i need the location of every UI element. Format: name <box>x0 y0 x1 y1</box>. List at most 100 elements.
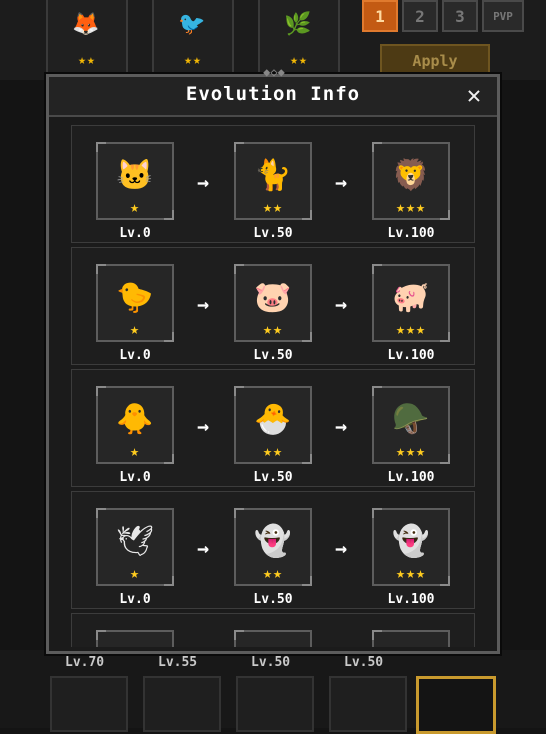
arrow-right-icon: → <box>335 536 348 560</box>
pet-level-label: Lv.50 <box>344 655 384 670</box>
evolution-stage <box>96 630 174 647</box>
star-rating: ★★ <box>262 320 284 338</box>
ghost-icon: 👻 <box>392 524 430 559</box>
stage-level-label: Lv.0 <box>119 592 151 607</box>
star-rating: ★★ <box>262 442 284 460</box>
evolution-row: →→ <box>71 613 475 647</box>
pet-frame <box>96 630 174 647</box>
arrow-right-icon: → <box>335 414 348 438</box>
stage-level-label: Lv.100 <box>387 592 435 607</box>
star-rating: ★★ <box>184 53 202 68</box>
team-slot[interactable]: 🦊 ★★ <box>46 0 128 74</box>
star-rating: ★★★ <box>395 198 427 216</box>
pet-frame <box>372 630 450 647</box>
evolution-row: 🐱 ★ Lv.0 🐈 ★★ Lv.50 🦁 ★★★ Lv.100 → → <box>71 125 475 243</box>
leaf-pet-icon: 🌿 <box>284 12 312 37</box>
evolution-stage: 🐣 ★★ Lv.50 <box>234 386 312 485</box>
evolution-stage: 👻 ★★ Lv.50 <box>234 508 312 607</box>
close-icon[interactable]: ✕ <box>461 82 487 108</box>
tab-pvp[interactable]: PVP <box>482 0 524 32</box>
star-rating: ★★ <box>78 53 96 68</box>
pet-level-label: Lv.50 <box>251 655 291 670</box>
pet-frame <box>234 630 312 647</box>
pet-slot[interactable] <box>50 676 128 732</box>
evolution-stage: 🐖 ★★★ Lv.100 <box>372 264 450 363</box>
stage-level-label: Lv.50 <box>253 226 293 241</box>
star-rating: ★ <box>129 320 141 338</box>
tab-2[interactable]: 2 <box>402 0 438 32</box>
bird-pet-icon: 🐦 <box>178 12 206 37</box>
tab-1[interactable]: 1 <box>362 0 398 32</box>
dialog-header: Evolution Info ✕ <box>49 77 497 117</box>
pet-frame: 🐥 ★ <box>96 386 174 464</box>
evolution-stage: 🐤 ★ Lv.0 <box>96 264 174 363</box>
evolution-stage: 🦁 ★★★ Lv.100 <box>372 142 450 241</box>
stage-level-label: Lv.100 <box>387 226 435 241</box>
evolution-info-dialog: ◆◇◆ Evolution Info ✕ 🐱 ★ Lv.0 🐈 ★★ Lv.50 🦁 ★★★ L… <box>46 65 500 654</box>
knight-chick-icon: 🪖 <box>392 402 430 437</box>
evolution-stage: 👻 ★★★ Lv.100 <box>372 508 450 607</box>
team-tabs: 1 2 3 PVP <box>362 0 524 32</box>
pet-frame: 🐣 ★★ <box>234 386 312 464</box>
pet-frame: 🐈 ★★ <box>234 142 312 220</box>
helmet-chick-icon: 🐣 <box>254 402 292 437</box>
pet-frame: 🐤 ★ <box>96 264 174 342</box>
pet-frame: 👻 ★★★ <box>372 508 450 586</box>
stage-level-label: Lv.50 <box>253 470 293 485</box>
selected-pet-slot[interactable] <box>416 676 496 734</box>
arrow-right-icon: → <box>335 292 348 316</box>
stage-level-label: Lv.0 <box>119 348 151 363</box>
arrow-right-icon: → <box>197 414 210 438</box>
pet-frame: 🪖 ★★★ <box>372 386 450 464</box>
evolution-stage: 🐈 ★★ Lv.50 <box>234 142 312 241</box>
pink-cat-icon: 🐈 <box>254 158 292 193</box>
star-rating: ★★ <box>262 564 284 582</box>
apply-button[interactable]: Apply <box>380 44 490 78</box>
pet-frame: 👻 ★★ <box>234 508 312 586</box>
ghost-icon: 🕊 <box>115 524 155 559</box>
stage-level-label: Lv.100 <box>387 470 435 485</box>
pet-slot[interactable] <box>143 676 221 732</box>
winged-pig-icon: 🐖 <box>392 280 430 315</box>
yellow-pig-icon: 🐤 <box>116 280 154 315</box>
pet-frame: 🕊 ★ <box>96 508 174 586</box>
star-rating: ★ <box>129 564 141 582</box>
tab-3[interactable]: 3 <box>442 0 478 32</box>
evolution-stage: 🕊 ★ Lv.0 <box>96 508 174 607</box>
yellow-pig-icon: 🐷 <box>254 280 292 315</box>
pet-slot[interactable] <box>236 676 314 732</box>
arrow-right-icon: → <box>197 292 210 316</box>
evolution-stage: 🪖 ★★★ Lv.100 <box>372 386 450 485</box>
pet-level-label: Lv.70 <box>65 655 105 670</box>
evolution-stage <box>372 630 450 647</box>
evolution-stage: 🐷 ★★ Lv.50 <box>234 264 312 363</box>
pet-frame: 🐱 ★ <box>96 142 174 220</box>
ghost-icon: 👻 <box>254 524 292 559</box>
pet-frame: 🦁 ★★★ <box>372 142 450 220</box>
evolution-stage: 🐱 ★ Lv.0 <box>96 142 174 241</box>
evolution-row: 🕊 ★ Lv.0 👻 ★★ Lv.50 👻 ★★★ Lv.100 → → <box>71 491 475 609</box>
star-rating: ★ <box>129 442 141 460</box>
team-slot[interactable]: 🌿 ★★ <box>258 0 340 74</box>
stage-level-label: Lv.0 <box>119 226 151 241</box>
evolution-stage <box>234 630 312 647</box>
stage-level-label: Lv.100 <box>387 348 435 363</box>
team-slot[interactable]: 🐦 ★★ <box>152 0 234 74</box>
dialog-title: Evolution Info <box>185 83 361 105</box>
star-rating: ★★ <box>262 198 284 216</box>
stage-level-label: Lv.50 <box>253 592 293 607</box>
stage-level-label: Lv.50 <box>253 348 293 363</box>
evolution-row: 🐥 ★ Lv.0 🐣 ★★ Lv.50 🪖 ★★★ Lv.100 → → <box>71 369 475 487</box>
pet-level-label: Lv.55 <box>158 655 198 670</box>
chick-icon: 🐥 <box>116 402 154 437</box>
fox-pet-icon: 🦊 <box>72 12 100 37</box>
arrow-right-icon: → <box>335 170 348 194</box>
winged-cat-icon: 🦁 <box>392 158 430 193</box>
evolution-list[interactable]: 🐱 ★ Lv.0 🐈 ★★ Lv.50 🦁 ★★★ Lv.100 → → 🐤 ★ Lv.0 🐷 ★★ Lv.50… <box>71 125 477 647</box>
evolution-stage: 🐥 ★ Lv.0 <box>96 386 174 485</box>
pink-cat-icon: 🐱 <box>116 158 154 193</box>
pet-frame: 🐷 ★★ <box>234 264 312 342</box>
arrow-right-icon: → <box>197 536 210 560</box>
pet-slot[interactable] <box>329 676 407 732</box>
star-rating: ★ <box>129 198 141 216</box>
